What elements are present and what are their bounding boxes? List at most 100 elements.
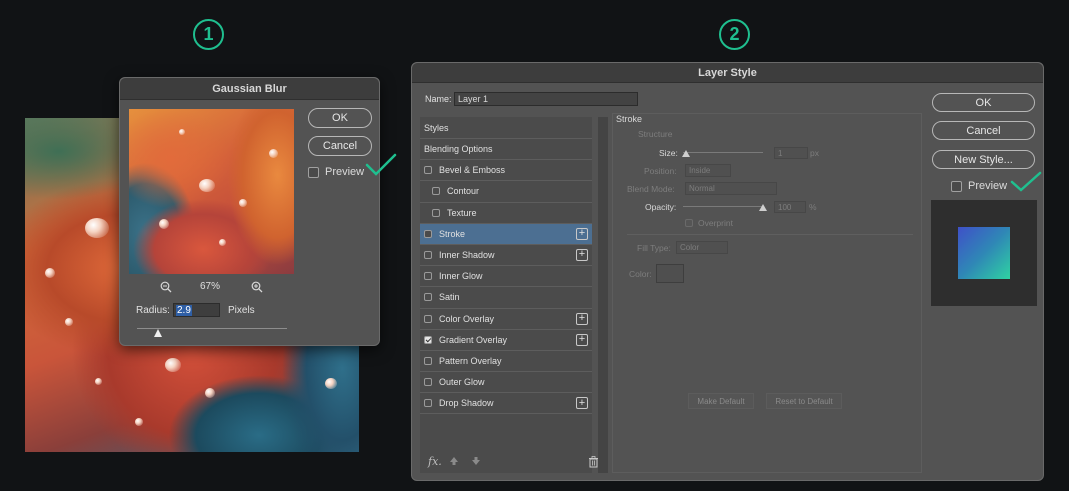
style-item-texture[interactable]: Texture bbox=[420, 203, 592, 224]
styles-scrollbar[interactable] bbox=[598, 117, 608, 473]
size-input[interactable]: 1 bbox=[774, 147, 808, 159]
zoom-out-icon[interactable] bbox=[160, 280, 172, 293]
style-checkbox[interactable] bbox=[424, 356, 432, 365]
add-effect-icon[interactable]: + bbox=[576, 248, 588, 261]
style-item-label: Inner Glow bbox=[439, 271, 483, 282]
ok-button[interactable]: OK bbox=[932, 93, 1035, 112]
styles-header-label: Styles bbox=[424, 122, 449, 133]
style-checkbox[interactable] bbox=[424, 335, 432, 344]
fill-type-value: Color bbox=[680, 243, 700, 252]
style-item-label: Blending Options bbox=[424, 144, 493, 155]
preview-checkbox[interactable] bbox=[951, 180, 962, 192]
style-item-satin[interactable]: Satin bbox=[420, 287, 592, 309]
style-checkbox[interactable] bbox=[424, 378, 432, 387]
style-item-label: Drop Shadow bbox=[439, 398, 494, 409]
name-label: Name: bbox=[425, 94, 452, 104]
style-item-bevel-emboss[interactable]: Bevel & Emboss bbox=[420, 160, 592, 182]
style-checkbox[interactable] bbox=[424, 293, 432, 302]
fill-type-label: Fill Type: bbox=[637, 243, 671, 253]
position-value: Inside bbox=[689, 166, 711, 175]
radius-slider-thumb[interactable] bbox=[154, 329, 162, 337]
preview-checkbox[interactable] bbox=[308, 166, 319, 178]
style-item-label: Inner Shadow bbox=[439, 250, 495, 261]
add-effect-icon[interactable]: + bbox=[576, 227, 588, 240]
style-item-color-overlay[interactable]: Color Overlay + bbox=[420, 309, 592, 330]
new-style-button[interactable]: New Style... bbox=[932, 150, 1035, 169]
style-item-label: Bevel & Emboss bbox=[439, 165, 506, 176]
step-1-badge: 1 bbox=[193, 19, 224, 50]
opacity-input[interactable]: 100 bbox=[774, 201, 806, 213]
style-checkbox[interactable] bbox=[432, 208, 440, 217]
style-checkbox[interactable] bbox=[424, 251, 432, 260]
name-value: Layer 1 bbox=[458, 94, 489, 104]
style-item-label: Pattern Overlay bbox=[439, 355, 502, 366]
size-slider-thumb[interactable] bbox=[682, 150, 690, 157]
color-swatch[interactable] bbox=[656, 264, 684, 283]
add-effect-icon[interactable]: + bbox=[576, 397, 588, 410]
fill-type-select[interactable]: Color bbox=[676, 241, 728, 254]
add-effect-icon[interactable]: + bbox=[576, 312, 588, 325]
stroke-section-title: Stroke bbox=[616, 114, 643, 124]
style-item-inner-glow[interactable]: Inner Glow bbox=[420, 266, 592, 288]
styles-header: Styles bbox=[420, 117, 592, 139]
style-checkbox[interactable] bbox=[424, 229, 432, 238]
opacity-unit: % bbox=[809, 202, 817, 212]
opacity-slider-track[interactable] bbox=[683, 206, 763, 207]
preview-label: Preview bbox=[968, 180, 1008, 192]
trash-icon[interactable] bbox=[588, 456, 599, 471]
name-input[interactable]: Layer 1 bbox=[454, 92, 638, 106]
radius-value: 2.9 bbox=[176, 304, 192, 316]
style-item-blending-options[interactable]: Blending Options bbox=[420, 139, 592, 161]
fx-icon[interactable]: fx. bbox=[428, 455, 442, 468]
style-item-drop-shadow[interactable]: Drop Shadow + bbox=[420, 393, 592, 415]
opacity-label: Opacity: bbox=[645, 202, 677, 212]
radius-label: Radius: bbox=[136, 305, 170, 316]
style-item-stroke[interactable]: Stroke + bbox=[420, 223, 592, 245]
size-slider-track[interactable] bbox=[683, 152, 763, 153]
style-item-gradient-overlay[interactable]: Gradient Overlay + bbox=[420, 330, 592, 351]
style-checkbox[interactable] bbox=[424, 314, 432, 323]
style-item-label: Satin bbox=[439, 292, 460, 303]
style-item-contour[interactable]: Contour bbox=[420, 181, 592, 203]
style-item-label: Color Overlay bbox=[439, 313, 495, 324]
style-item-label: Stroke bbox=[439, 228, 466, 239]
move-down-icon[interactable] bbox=[471, 456, 481, 469]
radius-input[interactable]: 2.9 bbox=[173, 303, 220, 317]
zoom-level: 67% bbox=[200, 281, 221, 292]
overprint-option[interactable]: Overprint bbox=[685, 218, 733, 228]
style-item-label: Texture bbox=[447, 207, 477, 218]
size-unit: px bbox=[810, 148, 819, 158]
style-checkbox[interactable] bbox=[424, 272, 432, 281]
style-checkbox[interactable] bbox=[424, 166, 432, 175]
dialog-title: Layer Style bbox=[412, 63, 1043, 83]
opacity-value: 100 bbox=[778, 202, 792, 212]
style-checkbox[interactable] bbox=[432, 187, 440, 196]
style-item-outer-glow[interactable]: Outer Glow bbox=[420, 372, 592, 394]
style-item-label: Outer Glow bbox=[439, 377, 485, 388]
reset-to-default-button[interactable]: Reset to Default bbox=[766, 393, 842, 409]
styles-list: Styles Blending Options Bevel & Emboss Con… bbox=[420, 117, 592, 473]
preview-option[interactable]: Preview bbox=[951, 180, 1007, 192]
make-default-button[interactable]: Make Default bbox=[688, 393, 754, 409]
style-item-inner-shadow[interactable]: Inner Shadow + bbox=[420, 245, 592, 267]
preview-option[interactable]: Preview bbox=[308, 166, 364, 178]
position-select[interactable]: Inside bbox=[685, 164, 731, 177]
style-item-label: Contour bbox=[447, 186, 480, 197]
style-item-label: Gradient Overlay bbox=[439, 334, 508, 345]
ok-button[interactable]: OK bbox=[308, 108, 372, 128]
zoom-in-icon[interactable] bbox=[251, 280, 263, 293]
cancel-button[interactable]: Cancel bbox=[932, 121, 1035, 140]
move-up-icon[interactable] bbox=[449, 456, 459, 469]
blend-mode-label: Blend Mode: bbox=[627, 184, 675, 194]
opacity-slider-thumb[interactable] bbox=[759, 204, 767, 211]
blur-preview-image[interactable] bbox=[129, 109, 294, 274]
cancel-button[interactable]: Cancel bbox=[308, 136, 372, 156]
color-label: Color: bbox=[629, 269, 652, 279]
style-checkbox[interactable] bbox=[424, 399, 432, 408]
add-effect-icon[interactable]: + bbox=[576, 333, 588, 346]
blend-mode-select[interactable]: Normal bbox=[685, 182, 777, 195]
style-item-pattern-overlay[interactable]: Pattern Overlay bbox=[420, 351, 592, 373]
gaussian-blur-dialog: Gaussian Blur OK Cancel Preview 67% Radi… bbox=[119, 77, 380, 346]
overprint-checkbox[interactable] bbox=[685, 219, 693, 227]
fill-divider bbox=[627, 234, 913, 235]
